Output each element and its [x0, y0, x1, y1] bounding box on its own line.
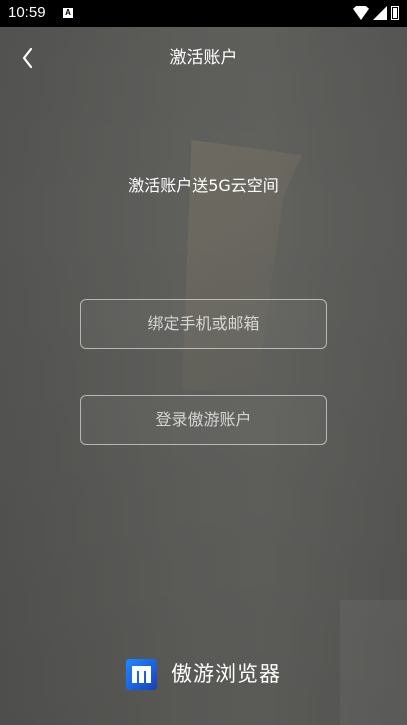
status-bar: 10:59 A — [0, 0, 407, 27]
notification-icon: A — [63, 8, 73, 18]
status-icons — [353, 6, 399, 20]
header: 激活账户 — [0, 27, 407, 89]
bind-phone-or-email-button[interactable]: 绑定手机或邮箱 — [80, 299, 327, 349]
status-time: 10:59 — [8, 4, 46, 21]
signal-icon — [373, 6, 387, 20]
maxthon-logo-icon — [126, 658, 157, 690]
page-title: 激活账户 — [169, 48, 238, 68]
battery-icon — [391, 6, 399, 20]
brand-name: 傲游浏览器 — [171, 662, 281, 686]
wifi-icon — [353, 6, 369, 20]
logo-mark — [132, 665, 151, 683]
footer-branding: 傲游浏览器 — [0, 657, 407, 691]
promo-text: 激活账户送5G云空间 — [128, 176, 279, 195]
login-maxthon-account-button[interactable]: 登录傲游账户 — [80, 395, 327, 445]
